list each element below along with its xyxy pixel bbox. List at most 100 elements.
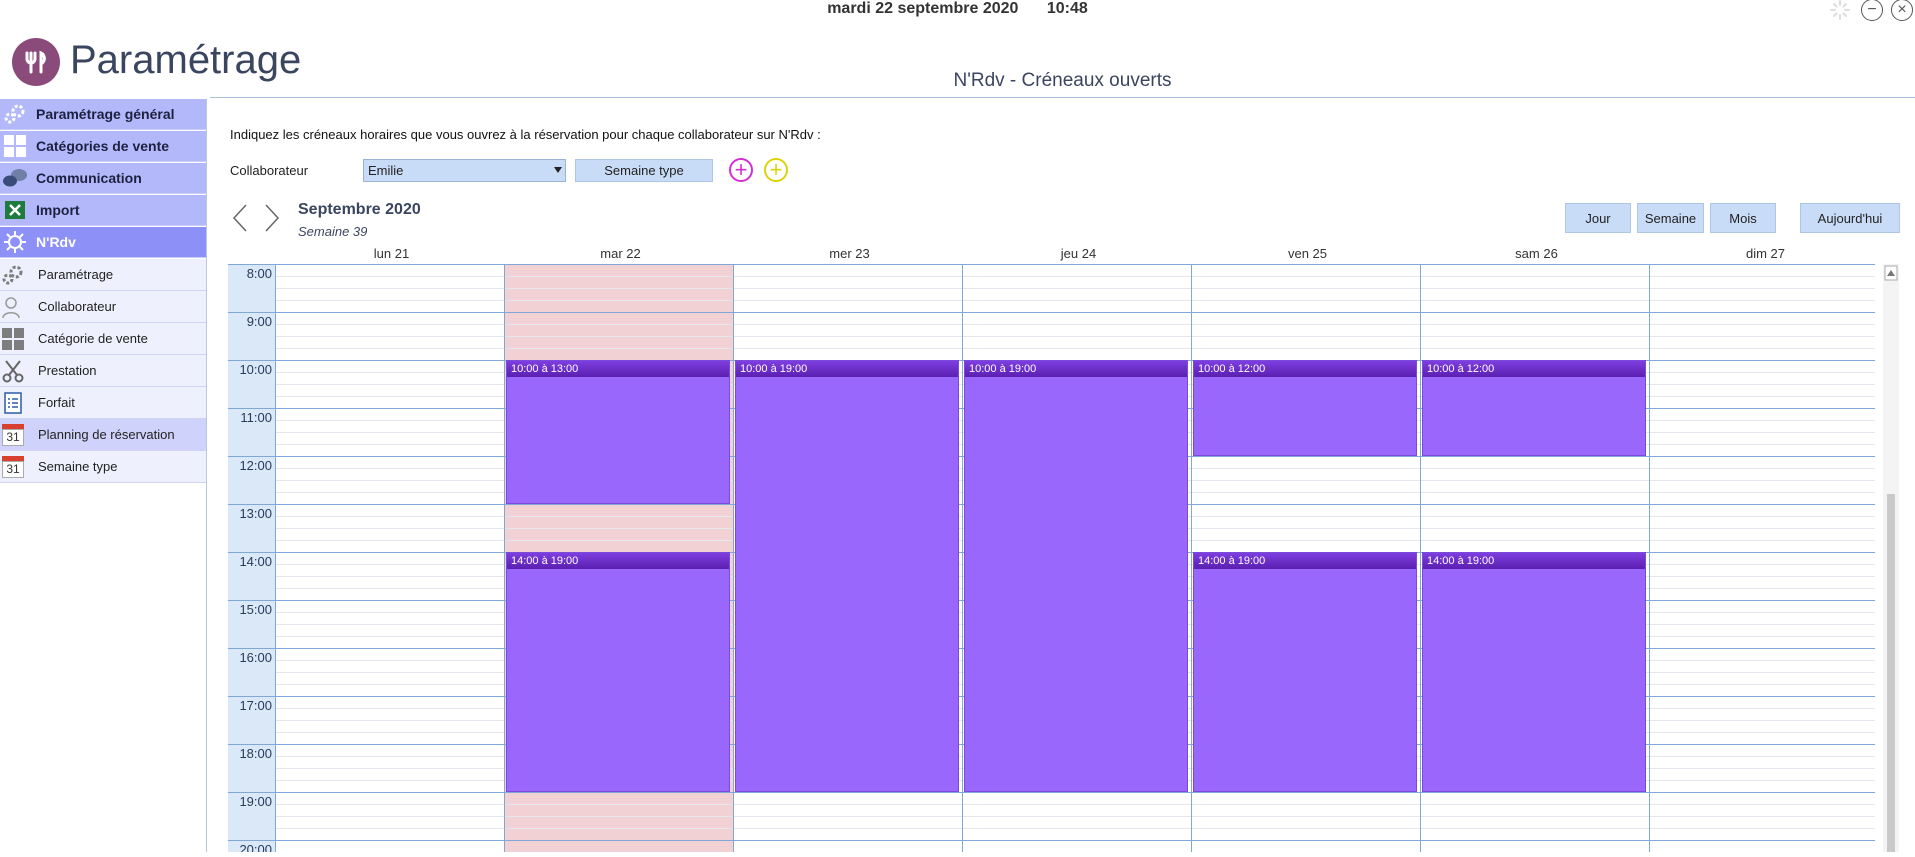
calendar-body[interactable]: 10:00 à 13:00 14:00 à 19:00 10:00 à 19:00 1… xyxy=(275,264,1875,852)
minimize-button[interactable]: − xyxy=(1861,0,1883,21)
checklist-icon xyxy=(0,390,26,416)
hour-line xyxy=(228,648,275,649)
sidebar-subitem-collaborateur[interactable]: Collaborateur xyxy=(0,291,206,323)
availability-slot[interactable]: 10:00 à 12:00 xyxy=(1422,360,1646,456)
hour-line xyxy=(228,552,275,553)
hour-line xyxy=(228,792,275,793)
gears-icon xyxy=(2,102,28,126)
sidebar-subitem-prestation[interactable]: Prestation xyxy=(0,355,206,387)
sidebar-item-label: N'Rdv xyxy=(36,234,76,250)
slot-time-label: 10:00 à 12:00 xyxy=(1423,361,1645,377)
hour-label: 19:00 xyxy=(239,794,272,809)
slot-time-label: 10:00 à 13:00 xyxy=(507,361,729,377)
availability-slot[interactable]: 10:00 à 19:00 xyxy=(735,360,959,792)
hour-line xyxy=(228,600,275,601)
sidebar-subitem-label: Prestation xyxy=(38,363,97,378)
sidebar-item-label: Import xyxy=(36,202,80,218)
hour-label: 16:00 xyxy=(239,650,272,665)
instructions-text: Indiquez les créneaux horaires que vous … xyxy=(230,127,821,142)
add-magenta-icon[interactable]: + xyxy=(729,158,753,182)
today-button[interactable]: Aujourd'hui xyxy=(1800,203,1900,233)
week-label: Semaine 39 xyxy=(298,224,368,239)
day-column-line xyxy=(1649,264,1650,852)
person-icon xyxy=(0,294,26,320)
sidebar-item-label: Paramétrage général xyxy=(36,106,175,122)
sidebar-item-categories-de-vente[interactable]: Catégories de vente xyxy=(0,131,206,162)
day-column-line xyxy=(733,264,734,852)
semaine-type-button[interactable]: Semaine type xyxy=(575,159,713,182)
day-header: mer 23 xyxy=(829,246,870,261)
sidebar-subitem-label: Paramétrage xyxy=(38,267,114,282)
loading-spinner-icon xyxy=(1830,0,1850,20)
day-column-line xyxy=(1420,264,1421,852)
quarter-line xyxy=(275,336,1875,337)
calendar-scrollbar[interactable] xyxy=(1882,264,1900,852)
top-datetime: mardi 22 septembre 2020 10:48 xyxy=(0,0,1915,18)
availability-slot[interactable]: 10:00 à 19:00 xyxy=(964,360,1188,792)
sidebar-subitem-forfait[interactable]: Forfait xyxy=(0,387,206,419)
sidebar-item-nrdv[interactable]: N'Rdv xyxy=(0,227,206,258)
calendar-icon-text: 31 xyxy=(2,428,24,446)
sidebar-subitem-categorie-de-vente[interactable]: Catégorie de vente xyxy=(0,323,206,355)
sidebar-item-label: Communication xyxy=(36,170,142,186)
hour-label: 14:00 xyxy=(239,554,272,569)
view-week-button[interactable]: Semaine xyxy=(1637,203,1704,233)
previous-week-button[interactable] xyxy=(230,203,252,233)
collaborateur-select[interactable]: Emilie xyxy=(363,159,566,182)
quarter-line xyxy=(275,816,1875,817)
grid-icon xyxy=(0,326,26,352)
sidebar-subitem-parametrage[interactable]: Paramétrage xyxy=(0,259,206,291)
quarter-line xyxy=(275,828,1875,829)
add-yellow-icon[interactable]: + xyxy=(764,158,788,182)
month-title: Septembre 2020 xyxy=(298,201,421,218)
day-header: lun 21 xyxy=(373,246,410,261)
calendar-day-headers: lun 21 mar 22 mer 23 jeu 24 ven 25 sam 26 dim … xyxy=(277,246,1877,264)
quarter-line xyxy=(275,804,1875,805)
sidebar-item-parametrage-general[interactable]: Paramétrage général xyxy=(0,99,206,130)
hour-label: 20:00 xyxy=(239,842,272,852)
sidebar-subitem-label: Collaborateur xyxy=(38,299,117,314)
quarter-line xyxy=(275,276,1875,277)
hour-label: 18:00 xyxy=(239,746,272,761)
quarter-line xyxy=(275,300,1875,301)
slot-time-label: 10:00 à 19:00 xyxy=(736,361,958,377)
hour-label: 17:00 xyxy=(239,698,272,713)
calendar-icon: 31 xyxy=(0,454,26,480)
availability-slot[interactable]: 14:00 à 19:00 xyxy=(506,552,730,792)
nrdv-icon xyxy=(2,230,28,254)
sidebar-item-import[interactable]: Import xyxy=(0,195,206,226)
sidebar-subitem-semaine-type[interactable]: 31 Semaine type xyxy=(0,451,206,483)
availability-slot[interactable]: 10:00 à 13:00 xyxy=(506,360,730,504)
sidebar-subitem-planning-de-reservation[interactable]: 31 Planning de réservation xyxy=(0,419,206,451)
availability-slot[interactable]: 10:00 à 12:00 xyxy=(1193,360,1417,456)
next-week-button[interactable] xyxy=(260,203,282,233)
sidebar-subitem-label: Planning de réservation xyxy=(38,427,175,442)
slot-time-label: 14:00 à 19:00 xyxy=(1423,553,1645,569)
availability-slot[interactable]: 14:00 à 19:00 xyxy=(1422,552,1646,792)
slot-time-label: 14:00 à 19:00 xyxy=(1194,553,1416,569)
hour-line xyxy=(228,744,275,745)
availability-slot[interactable]: 14:00 à 19:00 xyxy=(1193,552,1417,792)
quarter-line xyxy=(275,324,1875,325)
hour-label: 12:00 xyxy=(239,458,272,473)
sidebar-item-communication[interactable]: Communication xyxy=(0,163,206,194)
sidebar: Paramétrage général Catégories de vente … xyxy=(0,99,207,852)
slot-time-label: 10:00 à 19:00 xyxy=(965,361,1187,377)
chat-bubbles-icon xyxy=(2,166,28,190)
day-column-line xyxy=(275,264,276,852)
day-header: sam 26 xyxy=(1515,246,1558,261)
slot-time-label: 14:00 à 19:00 xyxy=(507,553,729,569)
calendar-icon: 31 xyxy=(0,422,26,448)
page-title: N'Rdv - Créneaux ouverts xyxy=(953,70,1172,91)
collaborateur-value: Emilie xyxy=(368,163,404,178)
view-day-button[interactable]: Jour xyxy=(1565,203,1631,233)
view-month-button[interactable]: Mois xyxy=(1710,203,1776,233)
calendar-icon-text: 31 xyxy=(2,460,24,478)
cutlery-icon xyxy=(12,38,60,86)
hour-label: 8:00 xyxy=(246,266,272,281)
current-date: mardi 22 septembre 2020 xyxy=(827,0,1019,17)
close-button[interactable]: × xyxy=(1891,0,1913,21)
header-divider xyxy=(210,97,1915,98)
hour-line xyxy=(228,840,275,841)
chevron-down-icon xyxy=(554,167,562,173)
